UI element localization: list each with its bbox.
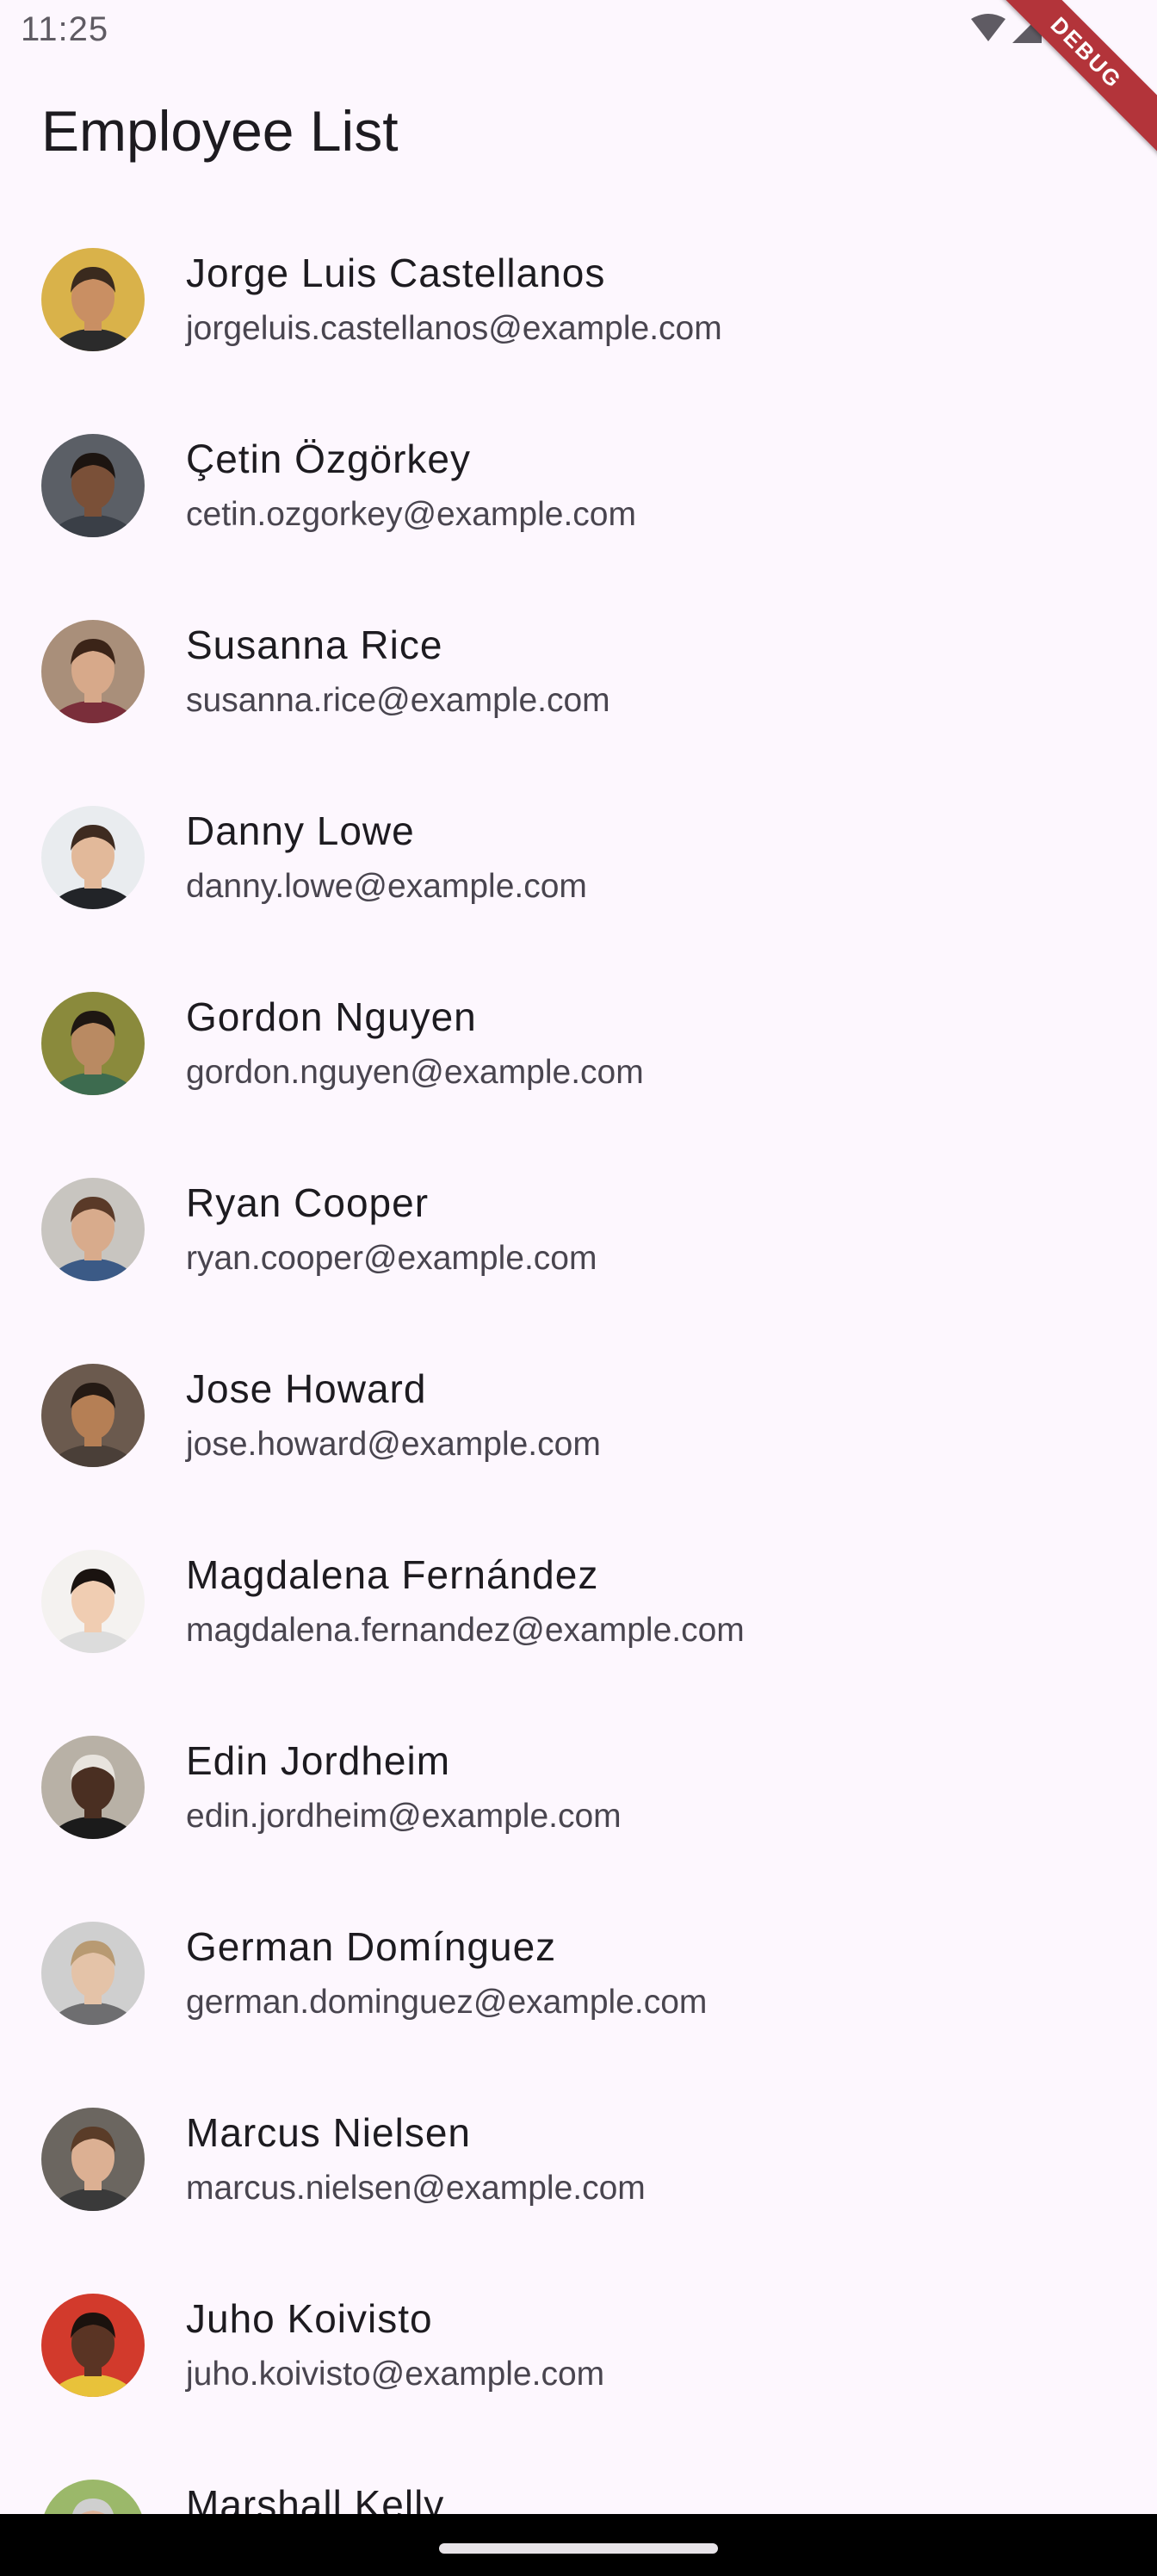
employee-email: german.dominguez@example.com xyxy=(186,1984,708,2021)
avatar xyxy=(41,1364,145,1467)
employee-list-item[interactable]: Marshall Kelly xyxy=(0,2438,1157,2514)
employee-email: jose.howard@example.com xyxy=(186,1426,601,1463)
employee-name: German Domínguez xyxy=(186,1924,557,1969)
avatar xyxy=(41,1178,145,1281)
employee-list-item[interactable]: Danny Lowe danny.lowe@example.com xyxy=(0,765,1157,951)
employee-email: edin.jordheim@example.com xyxy=(186,1798,622,1835)
status-bar: 11:25 xyxy=(0,0,1157,65)
avatar xyxy=(41,2294,145,2397)
employee-name: Jorge Luis Castellanos xyxy=(186,251,606,295)
employee-name: Ryan Cooper xyxy=(186,1180,430,1225)
employee-list-item[interactable]: Gordon Nguyen gordon.nguyen@example.com xyxy=(0,951,1157,1136)
page-title: Employee List xyxy=(41,99,399,163)
employee-list-item[interactable]: Magdalena Fernández magdalena.fernandez@e… xyxy=(0,1508,1157,1694)
employee-name: Marshall Kelly xyxy=(186,2482,445,2514)
debug-banner: DEBUG xyxy=(993,0,1157,164)
employee-list-item[interactable]: Jorge Luis Castellanos jorgeluis.castella… xyxy=(0,207,1157,393)
employee-list-item[interactable]: Juho Koivisto juho.koivisto@example.com xyxy=(0,2252,1157,2438)
avatar xyxy=(41,1736,145,1839)
employee-list-item[interactable]: Çetin Özgörkey cetin.ozgorkey@example.com xyxy=(0,393,1157,579)
employee-list[interactable]: Jorge Luis Castellanos jorgeluis.castella… xyxy=(0,207,1157,2514)
avatar xyxy=(41,434,145,537)
employee-name: Jose Howard xyxy=(186,1366,427,1411)
avatar xyxy=(41,2108,145,2211)
employee-list-item[interactable]: Ryan Cooper ryan.cooper@example.com xyxy=(0,1136,1157,1322)
employee-list-item[interactable]: Susanna Rice susanna.rice@example.com xyxy=(0,579,1157,765)
employee-email: ryan.cooper@example.com xyxy=(186,1240,597,1277)
employee-email: jorgeluis.castellanos@example.com xyxy=(186,310,722,347)
employee-email: gordon.nguyen@example.com xyxy=(186,1054,644,1091)
employee-name: Çetin Özgörkey xyxy=(186,437,472,481)
employee-email: magdalena.fernandez@example.com xyxy=(186,1612,745,1649)
employee-list-item[interactable]: German Domínguez german.dominguez@example… xyxy=(0,1880,1157,2066)
employee-name: Magdalena Fernández xyxy=(186,1552,599,1597)
debug-banner-label: DEBUG xyxy=(993,0,1157,164)
employee-name: Danny Lowe xyxy=(186,808,415,853)
employee-name: Susanna Rice xyxy=(186,622,443,667)
avatar xyxy=(41,806,145,909)
employee-name: Edin Jordheim xyxy=(186,1738,451,1783)
system-navigation-bar xyxy=(0,2514,1157,2576)
home-gesture-handle[interactable] xyxy=(439,2543,718,2554)
employee-email: marcus.nielsen@example.com xyxy=(186,2170,646,2207)
employee-list-item[interactable]: Edin Jordheim edin.jordheim@example.com xyxy=(0,1694,1157,1880)
employee-list-item[interactable]: Jose Howard jose.howard@example.com xyxy=(0,1322,1157,1508)
employee-email: susanna.rice@example.com xyxy=(186,682,610,719)
avatar xyxy=(41,1922,145,2025)
employee-email: cetin.ozgorkey@example.com xyxy=(186,496,636,533)
employee-name: Juho Koivisto xyxy=(186,2296,433,2341)
avatar xyxy=(41,248,145,351)
employee-email: juho.koivisto@example.com xyxy=(186,2356,605,2393)
employee-email: danny.lowe@example.com xyxy=(186,868,587,905)
avatar xyxy=(41,2480,145,2514)
employee-name: Marcus Nielsen xyxy=(186,2110,471,2155)
employee-name: Gordon Nguyen xyxy=(186,994,477,1039)
avatar xyxy=(41,992,145,1095)
employee-list-item[interactable]: Marcus Nielsen marcus.nielsen@example.com xyxy=(0,2066,1157,2252)
status-time: 11:25 xyxy=(21,10,109,48)
avatar xyxy=(41,1550,145,1653)
avatar xyxy=(41,620,145,723)
